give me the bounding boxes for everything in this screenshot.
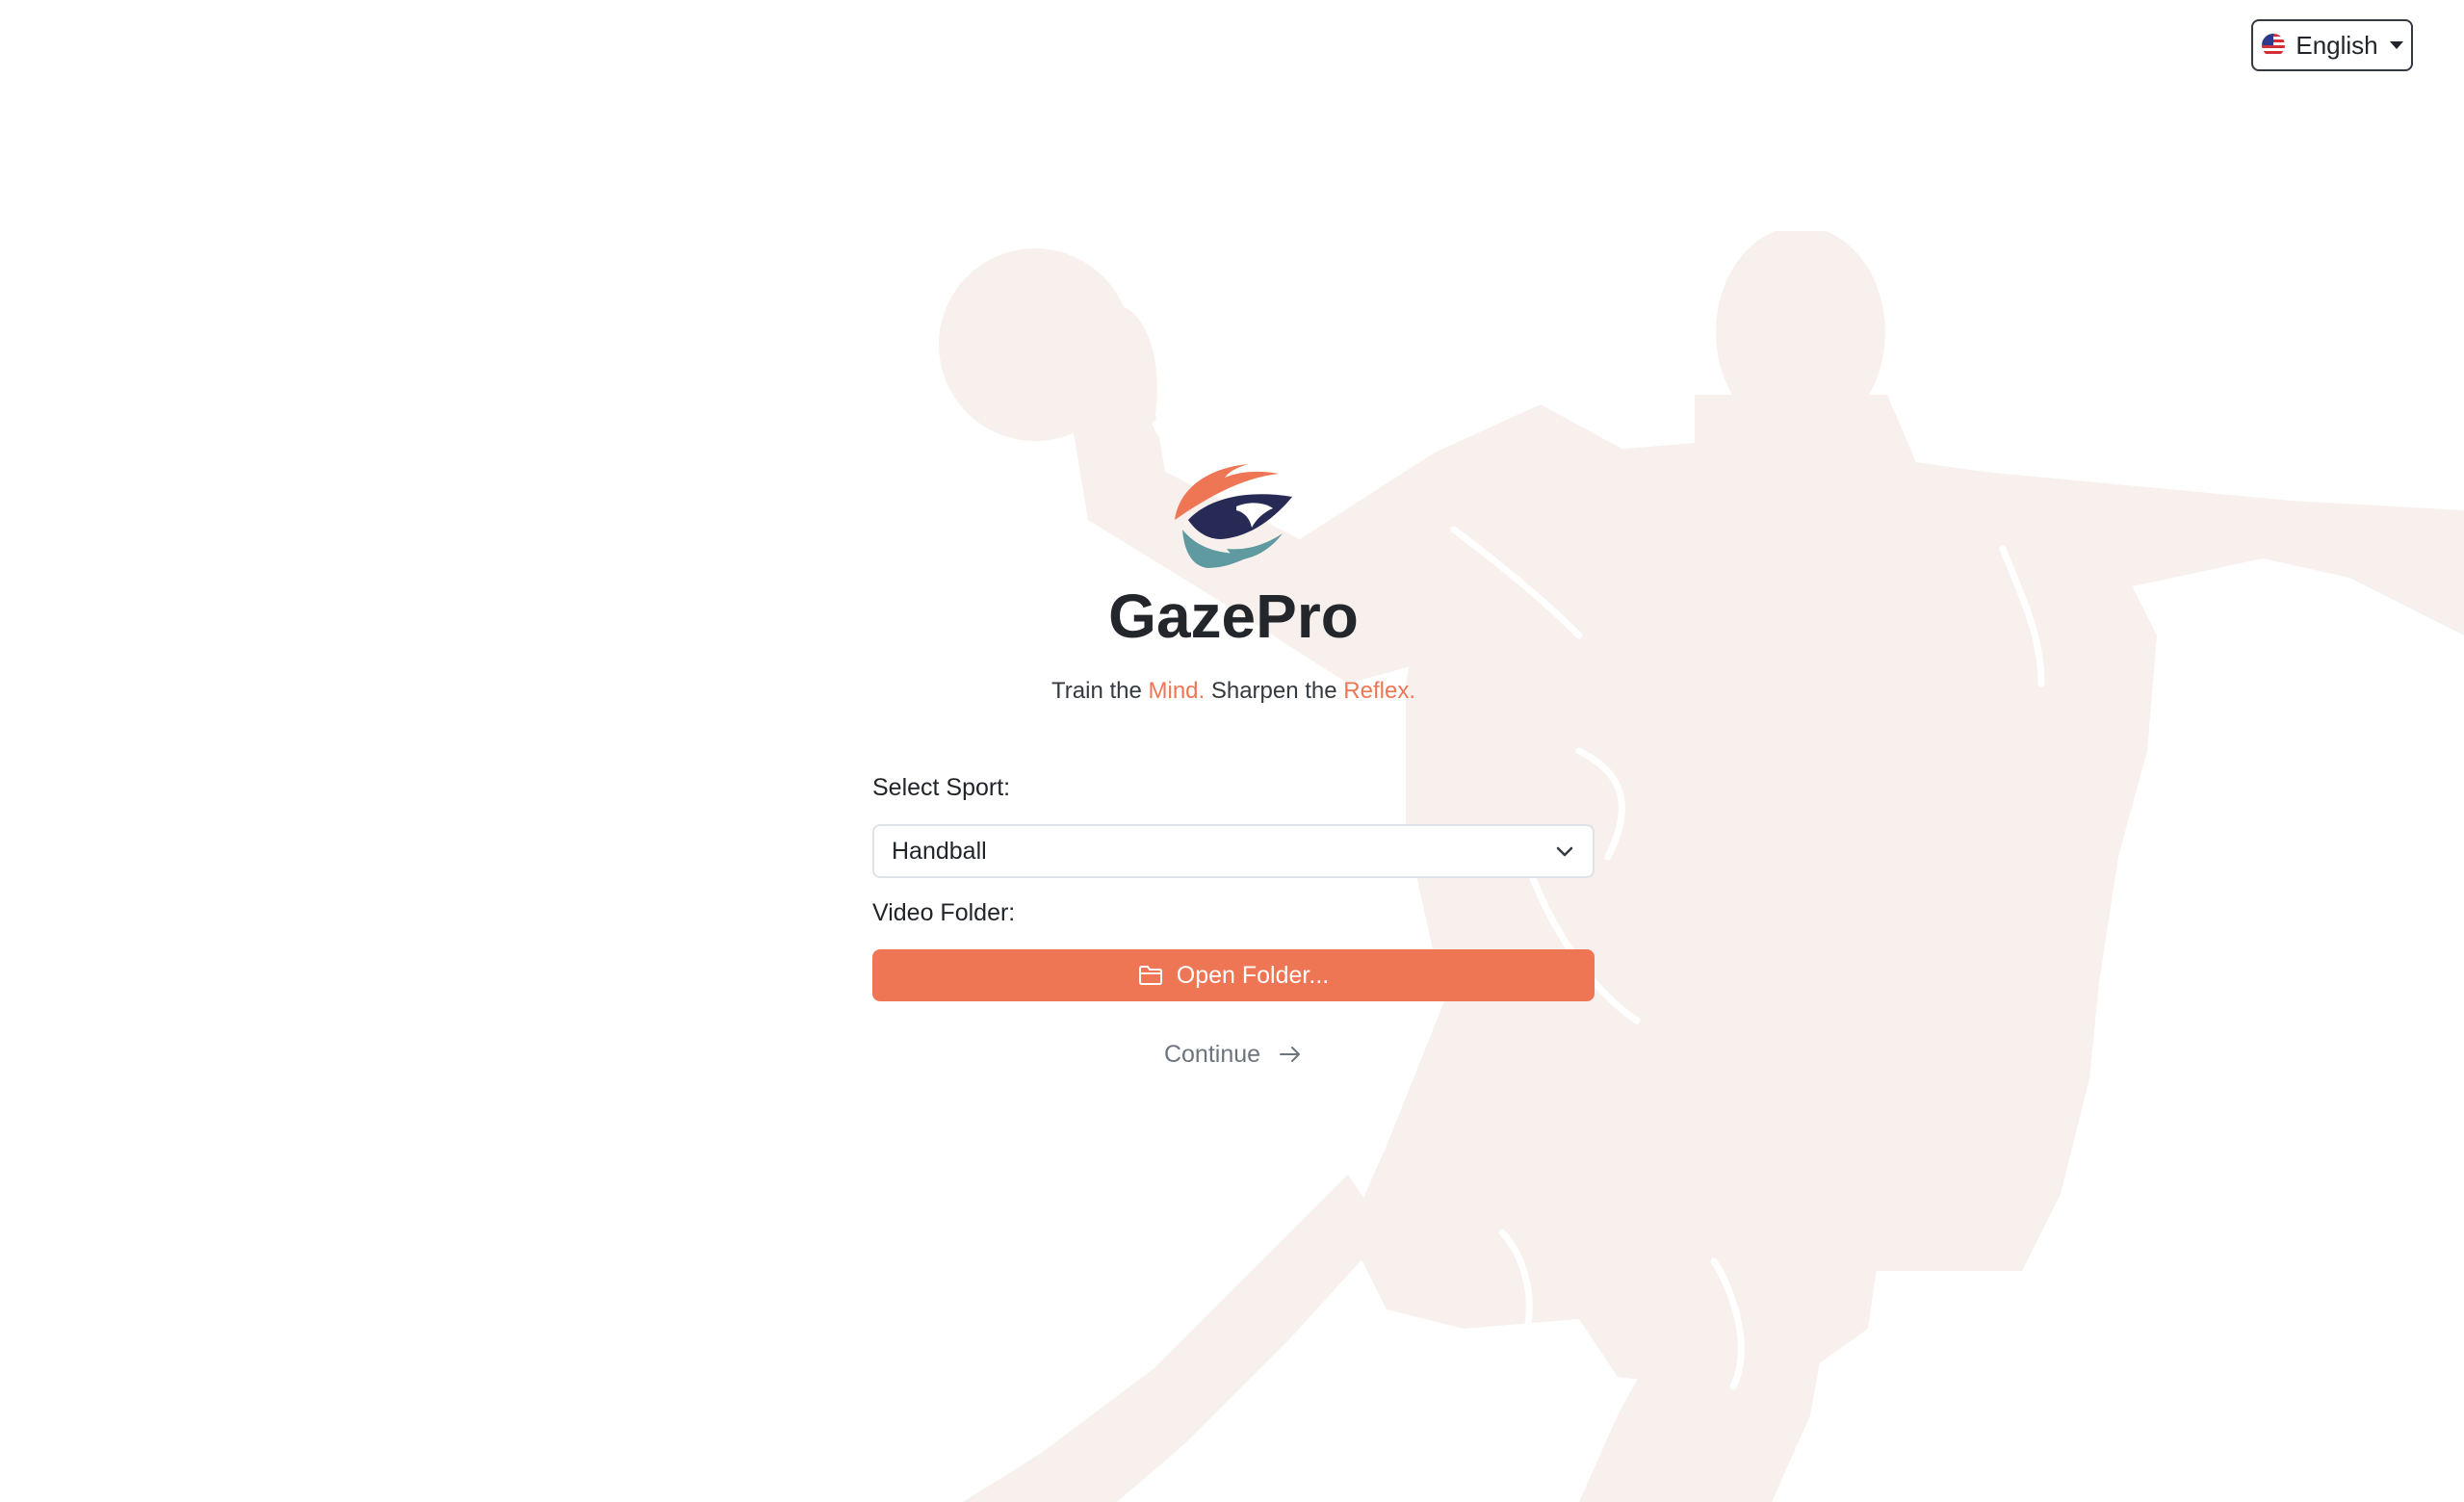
tagline: Train the Mind. Sharpen the Reflex.: [872, 680, 1595, 703]
tagline-text-1: Train the: [1051, 678, 1149, 704]
gazepro-logo: [1175, 464, 1292, 568]
continue-label: Continue: [1163, 1040, 1261, 1068]
language-dropdown[interactable]: English: [2251, 19, 2413, 71]
open-folder-label: Open Folder...: [1176, 961, 1330, 989]
open-folder-button[interactable]: Open Folder...: [872, 949, 1595, 1001]
tagline-accent-reflex: Reflex.: [1343, 678, 1415, 704]
video-folder-label: Video Folder:: [872, 899, 1016, 926]
folder-icon: [1138, 966, 1162, 985]
us-flag-icon: [2262, 34, 2286, 57]
chevron-down-icon: [1556, 846, 1573, 857]
chevron-down-icon: [2389, 41, 2403, 49]
language-label: English: [2295, 30, 2378, 60]
select-sport-label: Select Sport:: [872, 774, 1011, 801]
app-title: GazePro: [1108, 582, 1359, 651]
tagline-text-2: Sharpen the: [1205, 678, 1344, 704]
welcome-screen: English GazePro Train the Mind. Sharpen …: [0, 0, 2464, 1502]
arrow-right-icon: [1280, 1047, 1301, 1062]
sport-select-value: Handball: [892, 837, 987, 865]
tagline-accent-mind: Mind.: [1148, 678, 1206, 704]
continue-button[interactable]: Continue: [872, 1030, 1595, 1078]
sport-select[interactable]: Handball: [872, 824, 1595, 878]
